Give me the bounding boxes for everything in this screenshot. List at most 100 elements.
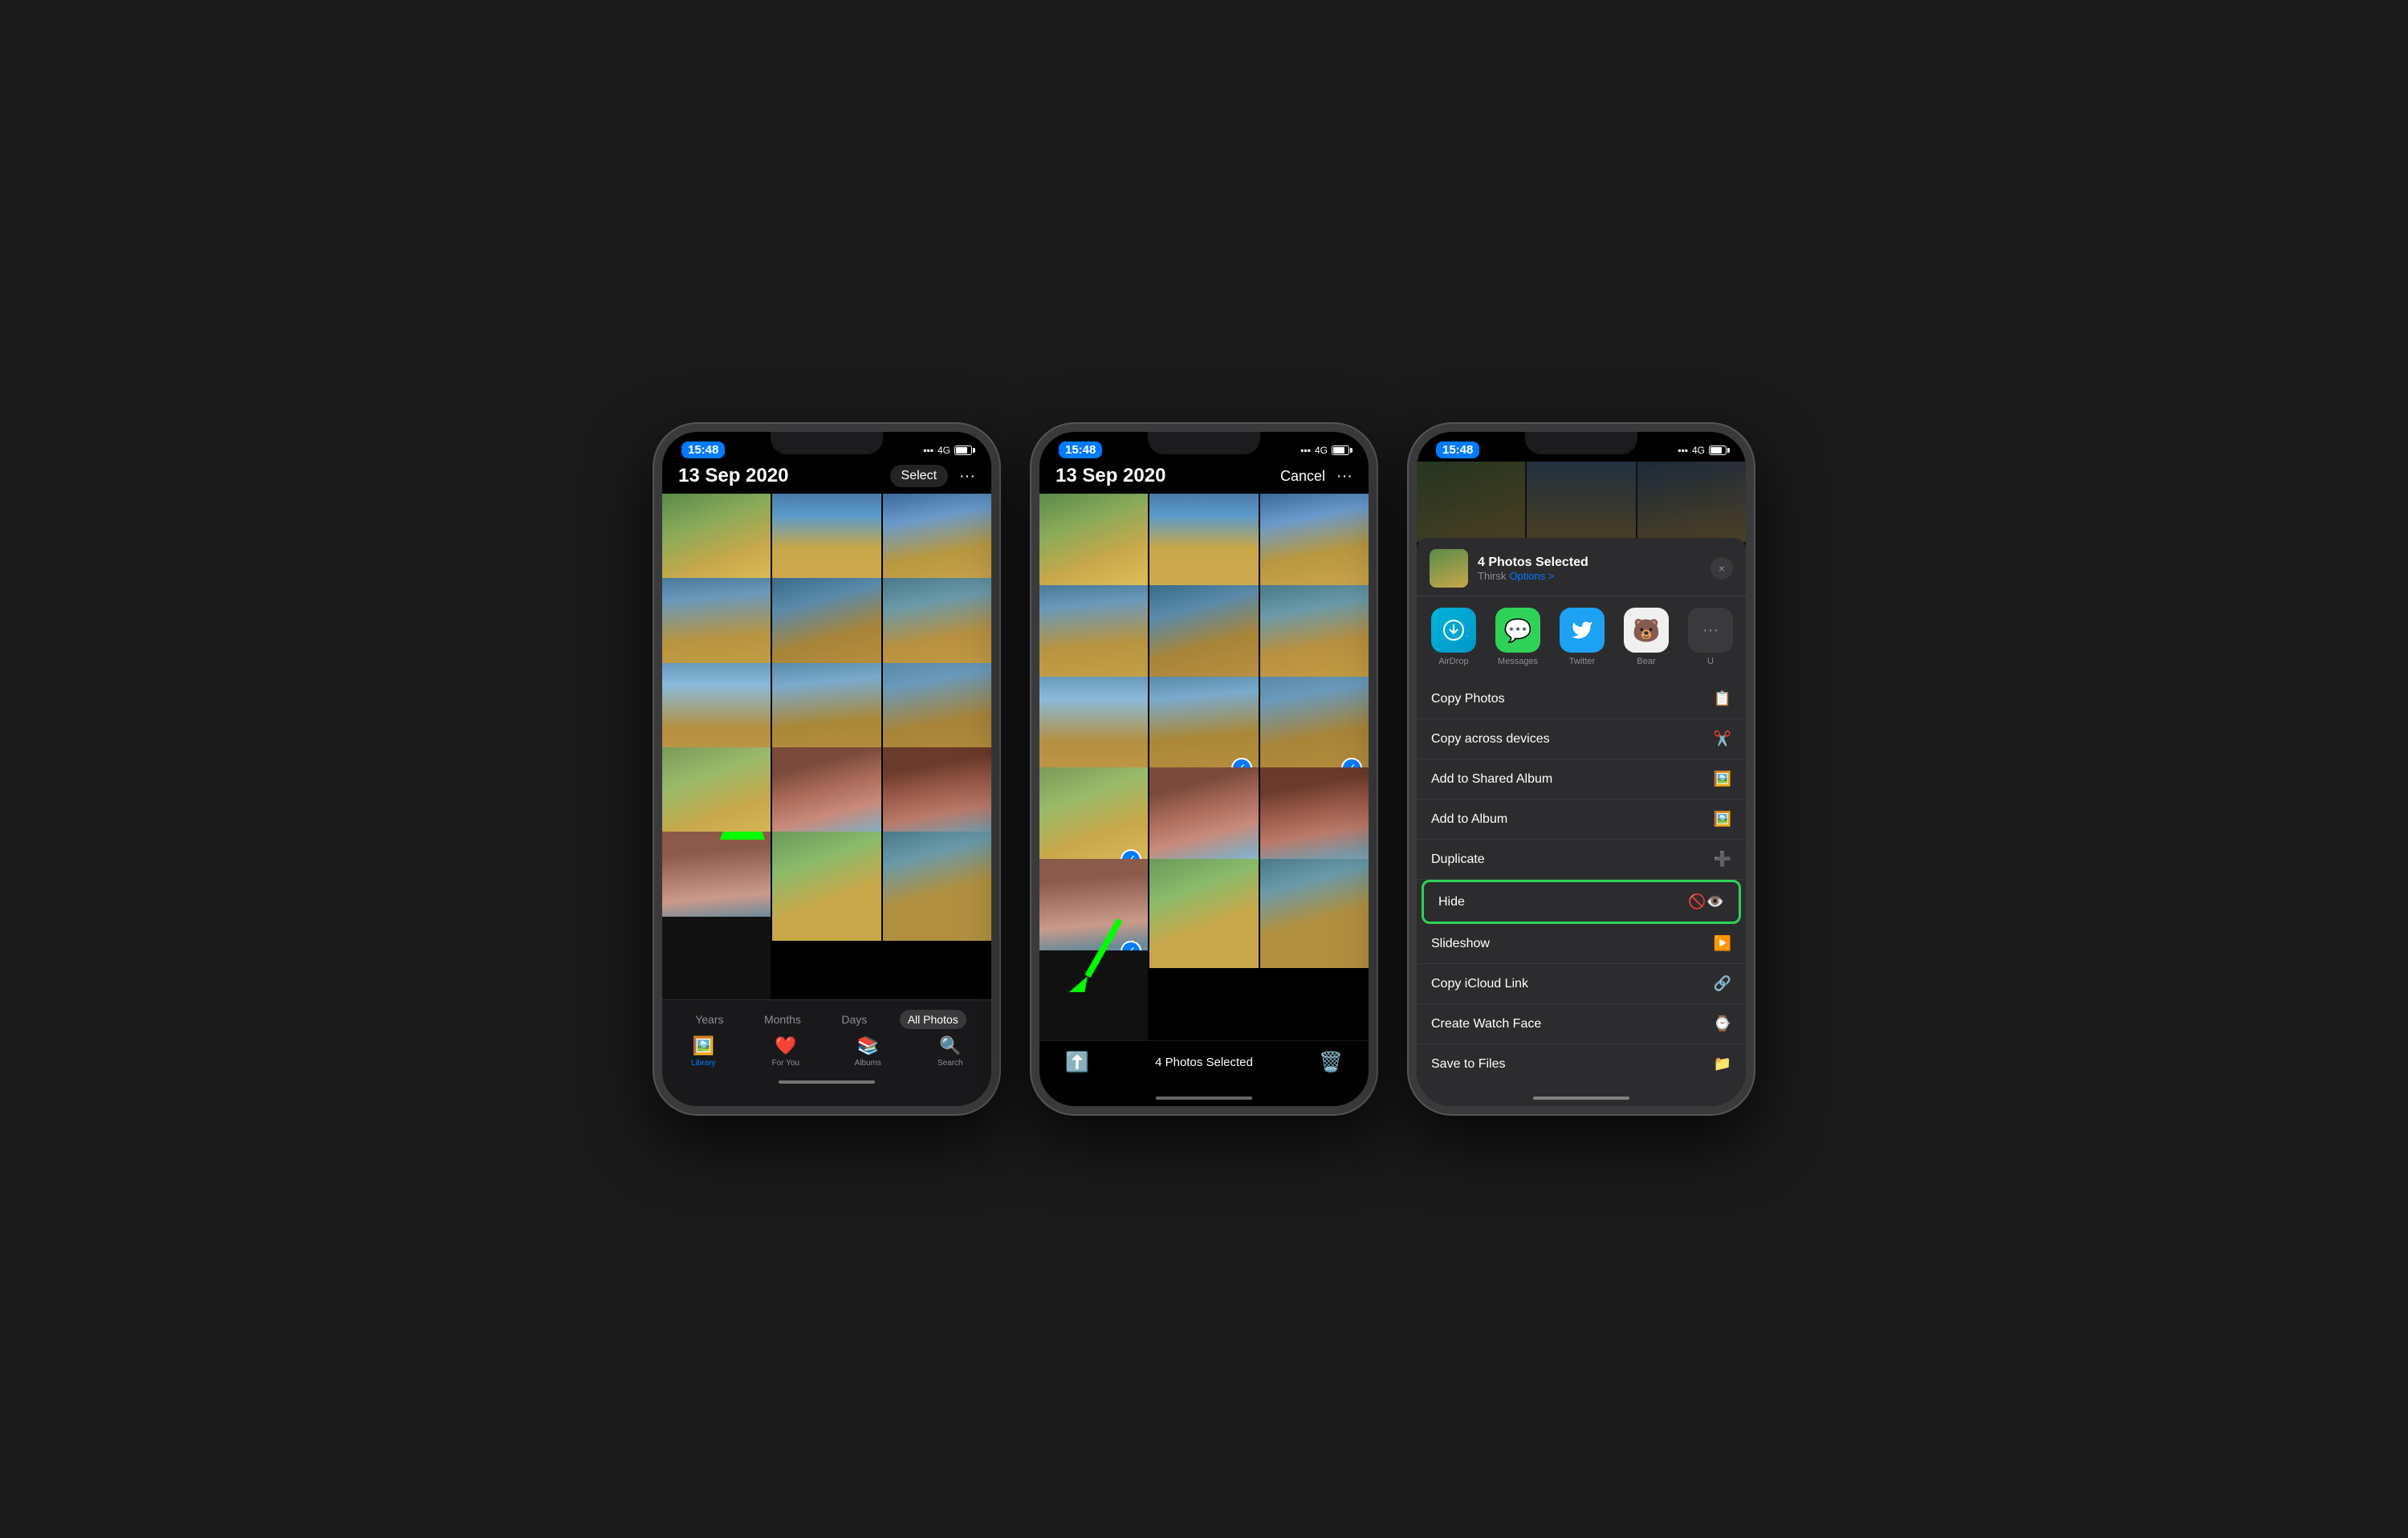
menu-copy-photos[interactable]: Copy Photos 📋: [1417, 679, 1746, 719]
add-album-icon: 🖼️: [1714, 811, 1731, 828]
hide-icon: 🚫👁️: [1688, 893, 1724, 910]
share-button[interactable]: ⬆️: [1065, 1051, 1089, 1074]
tab-bar-1: Years Months Days All Photos 🖼️ Library …: [662, 999, 991, 1106]
share-sheet: 4 Photos Selected Thirsk Options > ×: [1417, 538, 1746, 1106]
options-link[interactable]: Options >: [1509, 570, 1554, 582]
hide-label: Hide: [1438, 895, 1465, 909]
selected-count: 4 Photos Selected: [1155, 1056, 1253, 1069]
battery-3: [1709, 446, 1727, 455]
icloud-link-icon: 🔗: [1714, 975, 1731, 992]
menu-save-files[interactable]: Save to Files 📁: [1417, 1044, 1746, 1084]
delete-button[interactable]: 🗑️: [1319, 1051, 1343, 1074]
signal-text-3: ▪▪▪: [1678, 445, 1688, 456]
select-button-1[interactable]: Select: [890, 465, 948, 487]
share-sheet-title: 4 Photos Selected: [1478, 555, 1588, 570]
app-airdrop[interactable]: AirDrop: [1430, 608, 1478, 666]
header-actions-1: Select ···: [890, 465, 975, 487]
home-indicator-3: [1417, 1090, 1746, 1106]
share-sheet-thumbnail: [1430, 549, 1468, 588]
iphone-3: 15:48 ▪▪▪ 4G: [1409, 424, 1754, 1114]
foryou-icon: ❤️: [775, 1036, 796, 1056]
photo-cell[interactable]: [1149, 859, 1258, 967]
share-sheet-info: 4 Photos Selected Thirsk Options >: [1478, 555, 1588, 582]
slideshow-icon: ▶️: [1714, 935, 1731, 952]
time-allphotos[interactable]: All Photos: [900, 1010, 966, 1029]
bear-label: Bear: [1637, 657, 1655, 666]
home-bar-1: [779, 1080, 875, 1084]
app-row: AirDrop 💬 Messages Twitter: [1417, 596, 1746, 673]
add-album-label: Add to Album: [1431, 812, 1507, 827]
menu-duplicate[interactable]: Duplicate ➕: [1417, 840, 1746, 880]
time-days[interactable]: Days: [833, 1010, 875, 1029]
icloud-link-label: Copy iCloud Link: [1431, 977, 1528, 991]
add-shared-label: Add to Shared Album: [1431, 772, 1552, 787]
photo-cell[interactable]: [662, 917, 771, 999]
menu-add-shared[interactable]: Add to Shared Album 🖼️: [1417, 759, 1746, 800]
library-icon: 🖼️: [693, 1036, 714, 1056]
watch-face-label: Create Watch Face: [1431, 1017, 1541, 1031]
twitter-label: Twitter: [1569, 657, 1595, 666]
time-2: 15:48: [1059, 441, 1102, 458]
photo-cell[interactable]: [1260, 859, 1369, 967]
app-twitter[interactable]: Twitter: [1558, 608, 1606, 666]
date-1: 13 Sep 2020: [678, 465, 788, 487]
close-button[interactable]: ×: [1710, 557, 1733, 580]
home-indicator-1: [662, 1074, 991, 1090]
time-years[interactable]: Years: [687, 1010, 731, 1029]
copy-photos-icon: 📋: [1714, 690, 1731, 707]
green-arrow-2: [1064, 912, 1128, 992]
foryou-label: For You: [772, 1059, 799, 1068]
status-icons-3: ▪▪▪ 4G: [1678, 445, 1727, 456]
menu-add-album[interactable]: Add to Album 🖼️: [1417, 800, 1746, 840]
menu-watch-face[interactable]: Create Watch Face ⌚: [1417, 1004, 1746, 1044]
share-sheet-header: 4 Photos Selected Thirsk Options > ×: [1417, 538, 1746, 596]
app-messages[interactable]: 💬 Messages: [1494, 608, 1542, 666]
time-months[interactable]: Months: [756, 1010, 809, 1029]
photos-header-1: 13 Sep 2020 Select ···: [662, 462, 991, 494]
home-bar-2: [1156, 1097, 1252, 1100]
app-bear[interactable]: 🐻 Bear: [1622, 608, 1670, 666]
status-bar-1: 15:48 ▪▪▪ 4G: [662, 432, 991, 462]
messages-label: Messages: [1498, 657, 1538, 666]
cancel-button[interactable]: Cancel: [1280, 468, 1325, 485]
photo-cell[interactable]: [772, 832, 881, 940]
menu-icloud-link[interactable]: Copy iCloud Link 🔗: [1417, 964, 1746, 1004]
time-selector-1: Years Months Days All Photos: [662, 1007, 991, 1036]
albums-icon: 📚: [857, 1036, 879, 1056]
home-indicator-2: [1039, 1090, 1369, 1106]
tab-library[interactable]: 🖼️ Library: [662, 1036, 745, 1068]
more-apps-label: U: [1707, 657, 1714, 666]
date-2: 13 Sep 2020: [1056, 465, 1165, 487]
more-button-2[interactable]: ···: [1336, 467, 1352, 486]
iphone-1: 15:48 ▪▪▪ 4G 13 Sep 2020 Select ···: [654, 424, 999, 1114]
photo-cell[interactable]: [883, 832, 991, 940]
twitter-icon: [1560, 608, 1605, 653]
tab-search[interactable]: 🔍 Search: [909, 1036, 992, 1068]
menu-slideshow[interactable]: Slideshow ▶️: [1417, 924, 1746, 964]
tab-albums[interactable]: 📚 Albums: [827, 1036, 909, 1068]
network-1: 4G: [938, 445, 950, 456]
network-3: 4G: [1692, 445, 1705, 456]
photos-header-2: 13 Sep 2020 Cancel ···: [1039, 462, 1369, 494]
iphone-2: 15:48 ▪▪▪ 4G 13 Sep 2020 Cancel ···: [1031, 424, 1377, 1114]
menu-hide[interactable]: Hide 🚫👁️: [1422, 880, 1741, 924]
tab-items-1: 🖼️ Library ❤️ For You 📚 Albums 🔍 Search: [662, 1036, 991, 1068]
network-2: 4G: [1315, 445, 1328, 456]
battery-2: [1332, 446, 1349, 455]
status-bar-2: 15:48 ▪▪▪ 4G: [1039, 432, 1369, 462]
header-actions-2: Cancel ···: [1280, 467, 1352, 486]
airdrop-icon: [1431, 608, 1476, 653]
tab-foryou[interactable]: ❤️ For You: [745, 1036, 828, 1068]
time-3: 15:48: [1436, 441, 1479, 458]
menu-list: Copy Photos 📋 Copy across devices ✂️ Add…: [1417, 679, 1746, 1084]
duplicate-label: Duplicate: [1431, 852, 1485, 867]
bear-icon: 🐻: [1624, 608, 1669, 653]
menu-copy-across[interactable]: Copy across devices ✂️: [1417, 719, 1746, 759]
save-files-label: Save to Files: [1431, 1057, 1505, 1072]
home-bar-3: [1533, 1097, 1629, 1100]
signal-text-2: ▪▪▪: [1300, 445, 1311, 456]
slideshow-label: Slideshow: [1431, 937, 1490, 951]
app-more[interactable]: ··· U: [1686, 608, 1735, 666]
more-button-1[interactable]: ···: [959, 467, 975, 486]
copy-across-icon: ✂️: [1714, 730, 1731, 747]
